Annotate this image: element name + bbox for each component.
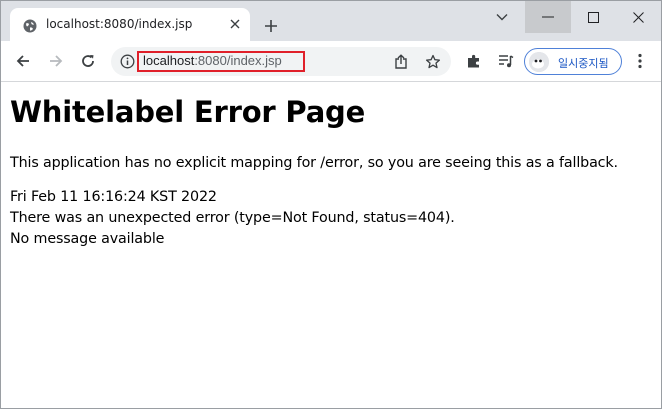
- error-details: Fri Feb 11 16:16:24 KST 2022 There was a…: [10, 187, 655, 250]
- minimize-button[interactable]: [525, 1, 571, 33]
- window-close-button[interactable]: [615, 1, 661, 33]
- error-timestamp: Fri Feb 11 16:16:24 KST 2022: [10, 189, 217, 205]
- back-arrow-icon: [16, 55, 29, 67]
- plus-icon: [265, 20, 277, 32]
- tab-strip: localhost:8080/index.jsp: [1, 1, 661, 41]
- reload-button[interactable]: [76, 49, 100, 73]
- profile-button[interactable]: 일시중지됨: [524, 48, 622, 75]
- new-tab-button[interactable]: [260, 15, 282, 37]
- minimize-icon: [542, 16, 554, 18]
- page-title: Whitelabel Error Page: [10, 95, 366, 129]
- error-description: This application has no explicit mapping…: [10, 155, 618, 171]
- page-content: Whitelabel Error Page This application h…: [10, 83, 655, 250]
- url-host: localhost: [143, 53, 195, 68]
- forward-arrow-icon: [50, 55, 63, 67]
- chevron-down-icon: [496, 14, 508, 21]
- maximize-button[interactable]: [570, 1, 616, 33]
- tab-active[interactable]: localhost:8080/index.jsp: [10, 8, 250, 41]
- error-type-status: There was an unexpected error (type=Not …: [10, 210, 455, 226]
- avatar: [529, 52, 549, 72]
- url-path: :8080/index.jsp: [194, 53, 282, 68]
- browser-window: localhost:8080/index.jsp localhost:8080/…: [0, 0, 662, 409]
- forward-button[interactable]: [44, 49, 68, 73]
- close-icon[interactable]: [228, 17, 242, 31]
- tab-title: localhost:8080/index.jsp: [46, 17, 193, 31]
- window-close-icon: [632, 11, 644, 23]
- kebab-menu-icon[interactable]: [631, 52, 649, 70]
- info-icon[interactable]: [120, 54, 135, 69]
- url-text[interactable]: localhost:8080/index.jsp: [143, 53, 282, 68]
- puzzle-icon[interactable]: [465, 52, 483, 70]
- globe-icon: [23, 18, 37, 33]
- tab-search-button[interactable]: [479, 1, 525, 33]
- star-icon[interactable]: [424, 53, 442, 71]
- media-queue-icon[interactable]: [497, 52, 515, 70]
- address-bar[interactable]: localhost:8080/index.jsp: [111, 47, 451, 76]
- share-icon[interactable]: [392, 53, 410, 71]
- browser-toolbar: localhost:8080/index.jsp 일시중지됨: [1, 41, 661, 82]
- maximize-icon: [587, 11, 599, 23]
- error-message: No message available: [10, 231, 165, 247]
- reload-icon: [82, 55, 94, 67]
- profile-status-label: 일시중지됨: [558, 57, 609, 70]
- back-button[interactable]: [11, 49, 35, 73]
